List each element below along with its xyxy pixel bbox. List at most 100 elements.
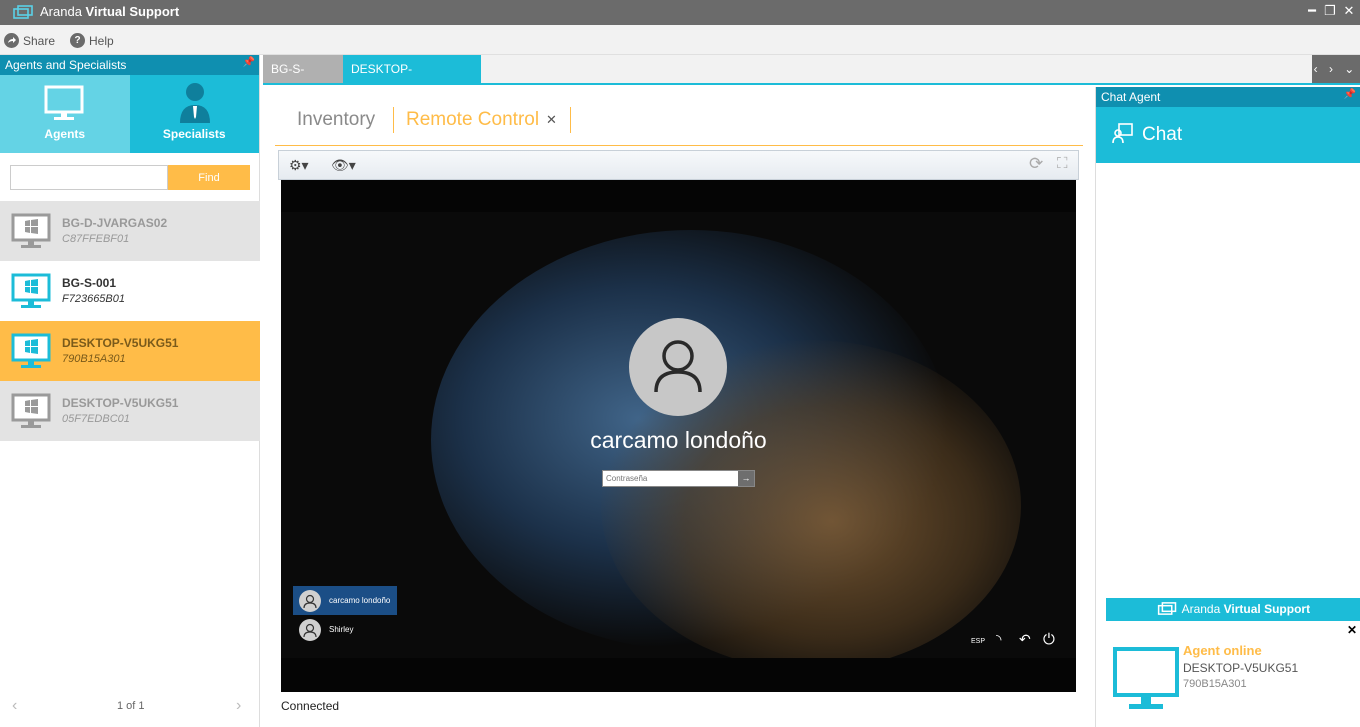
user-switch-item[interactable]: carcamo londoño: [293, 586, 397, 615]
agents-panel-title: Agents and Specialists: [5, 58, 127, 72]
refresh-icon[interactable]: ⟳: [1029, 154, 1043, 174]
power-icon[interactable]: ⏻: [1043, 631, 1055, 648]
screen-letterbox-bottom: [281, 658, 1076, 692]
specialist-icon: [179, 83, 210, 123]
title-bar: Aranda Virtual Support ━ ❐ ✕: [0, 0, 1360, 25]
chat-panel-header: Chat Agent 📌: [1096, 87, 1360, 107]
chat-icon: [1112, 123, 1133, 144]
agent-list-item[interactable]: DESKTOP-V5UKG51 790B15A301: [0, 321, 260, 381]
password-input[interactable]: [603, 471, 738, 486]
pager: ‹ 1 of 1 ›: [0, 695, 260, 719]
chat-panel: Chat Agent 📌 Chat Aranda Virtual Support…: [1095, 87, 1360, 727]
tab-specialists-label: Specialists: [162, 127, 226, 141]
agents-panel-header: Agents and Specialists 📌: [0, 55, 259, 75]
agent-code: 790B15A301: [62, 353, 126, 365]
remote-username: carcamo londoño: [590, 427, 767, 453]
settings-menu-icon[interactable]: ⚙▾: [289, 157, 309, 174]
chat-button[interactable]: Chat: [1096, 107, 1360, 163]
monitor-icon: [1113, 647, 1179, 709]
connection-status: Connected: [281, 699, 340, 713]
agent-list-item[interactable]: BG-S-001 F723665B01: [0, 261, 260, 321]
tab-specialists[interactable]: Specialists: [129, 75, 259, 153]
help-label: Help: [89, 33, 114, 48]
agent-list-item[interactable]: DESKTOP-V5UKG51 05F7EDBC01: [0, 381, 260, 441]
aranda-logo-icon: [13, 5, 33, 19]
agent-name: BG-D-JVARGAS02: [62, 216, 168, 230]
windows-monitor-icon: [11, 393, 51, 428]
share-button[interactable]: Share: [4, 33, 55, 48]
windows-monitor-icon: [11, 213, 51, 248]
ease-of-access-icon[interactable]: ↶: [1019, 631, 1031, 648]
user-switch-label: carcamo londoño: [329, 596, 391, 605]
agent-list-item[interactable]: BG-D-JVARGAS02 C87FFEBF01: [0, 201, 260, 261]
chat-label: Chat: [1142, 124, 1183, 145]
aranda-logo-icon: [1157, 602, 1177, 615]
fullscreen-icon[interactable]: ⛶: [1057, 155, 1068, 172]
chat-panel-title: Chat Agent: [1101, 90, 1161, 104]
session-tabs: BG-S-001✕ DESKTOP-V5UKG51✕ ‹ › ⌄: [263, 55, 1360, 104]
user-switch-item[interactable]: Shirley: [293, 615, 397, 644]
brand-prefix: Aranda: [1181, 602, 1221, 616]
agent-code: F723665B01: [62, 293, 125, 305]
help-icon: ?: [70, 33, 85, 48]
brand-bar: Aranda Virtual Support: [1106, 598, 1360, 621]
remote-toolbar: ⚙▾ 👁▾ ⟳ ⛶: [278, 150, 1079, 180]
network-icon[interactable]: ◝: [996, 631, 1001, 648]
agent-search-input[interactable]: [10, 165, 168, 190]
close-window-button[interactable]: ✕: [1341, 3, 1357, 19]
notification-agent-code: 790B15A301: [1183, 678, 1247, 690]
pin-icon[interactable]: 📌: [243, 57, 255, 68]
agent-online-notification: Agent online DESKTOP-V5UKG51 790B15A301 …: [1106, 621, 1360, 727]
user-switch-label: Shirley: [329, 625, 354, 634]
tab-agents[interactable]: Agents: [0, 75, 130, 153]
share-label: Share: [23, 33, 56, 48]
subtab-divider: [570, 107, 571, 133]
prev-page-button[interactable]: ‹: [12, 697, 17, 715]
user-avatar-small-icon: [299, 618, 321, 641]
subtab-divider: [393, 107, 394, 133]
tab-agents-label: Agents: [44, 127, 86, 141]
find-button[interactable]: Find: [168, 165, 250, 190]
agent-code: C87FFEBF01: [62, 233, 130, 245]
notification-agent-name: DESKTOP-V5UKG51: [1183, 661, 1299, 675]
notification-status: Agent online: [1183, 643, 1262, 658]
screen-letterbox-top: [281, 180, 1076, 212]
agent-name: DESKTOP-V5UKG51: [62, 336, 179, 350]
app-title: Aranda Virtual Support: [40, 4, 180, 19]
session-content: Inventory Remote Control ✕ ⚙▾ 👁▾ ⟳ ⛶ car…: [263, 87, 1093, 727]
tab-navigation-arrows[interactable]: ‹ › ⌄: [1312, 55, 1360, 83]
user-avatar: [629, 318, 727, 416]
windows-monitor-icon: [11, 333, 51, 368]
minimize-button[interactable]: ━: [1304, 3, 1320, 19]
user-icon: [654, 340, 702, 393]
agent-name: BG-S-001: [62, 276, 117, 290]
user-avatar-small-icon: [299, 589, 321, 612]
password-box: →: [602, 470, 755, 487]
submit-arrow-icon[interactable]: →: [738, 471, 754, 486]
remote-screen[interactable]: carcamo londoño → carcamo londoño Shirle…: [281, 180, 1076, 692]
close-remote-control-icon[interactable]: ✕: [546, 112, 557, 128]
language-indicator[interactable]: ESP: [971, 638, 985, 645]
tab-desktop-v5ukg51[interactable]: DESKTOP-V5UKG51✕: [343, 55, 481, 104]
share-icon: [4, 33, 19, 48]
agents-panel: Agents and Specialists 📌 Agents Speciali…: [0, 55, 260, 727]
close-notification-icon[interactable]: ✕: [1347, 623, 1357, 637]
next-page-button[interactable]: ›: [236, 697, 241, 715]
session-subtabs: Inventory Remote Control ✕: [275, 104, 1083, 146]
agent-type-tabs: Agents Specialists: [0, 75, 259, 153]
page-indicator: 1 of 1: [117, 700, 145, 712]
menu-bar: Share ? Help: [0, 25, 1360, 55]
tab-remote-control[interactable]: Remote Control: [406, 109, 539, 131]
brand-bold: Virtual Support: [1223, 602, 1311, 616]
agent-search: Find: [10, 165, 250, 190]
help-button[interactable]: ? Help: [70, 33, 114, 48]
agent-name: DESKTOP-V5UKG51: [62, 396, 179, 410]
tab-inventory[interactable]: Inventory: [297, 109, 375, 131]
monitor-icon: [44, 85, 84, 120]
agent-list: BG-D-JVARGAS02 C87FFEBF01 BG-S-001 F7236…: [0, 201, 260, 441]
pin-icon[interactable]: 📌: [1344, 89, 1356, 100]
tab-bg-s-001[interactable]: BG-S-001✕: [263, 55, 343, 104]
restore-button[interactable]: ❐: [1322, 3, 1338, 19]
windows-monitor-icon: [11, 273, 51, 308]
view-menu-icon[interactable]: 👁▾: [331, 157, 356, 174]
